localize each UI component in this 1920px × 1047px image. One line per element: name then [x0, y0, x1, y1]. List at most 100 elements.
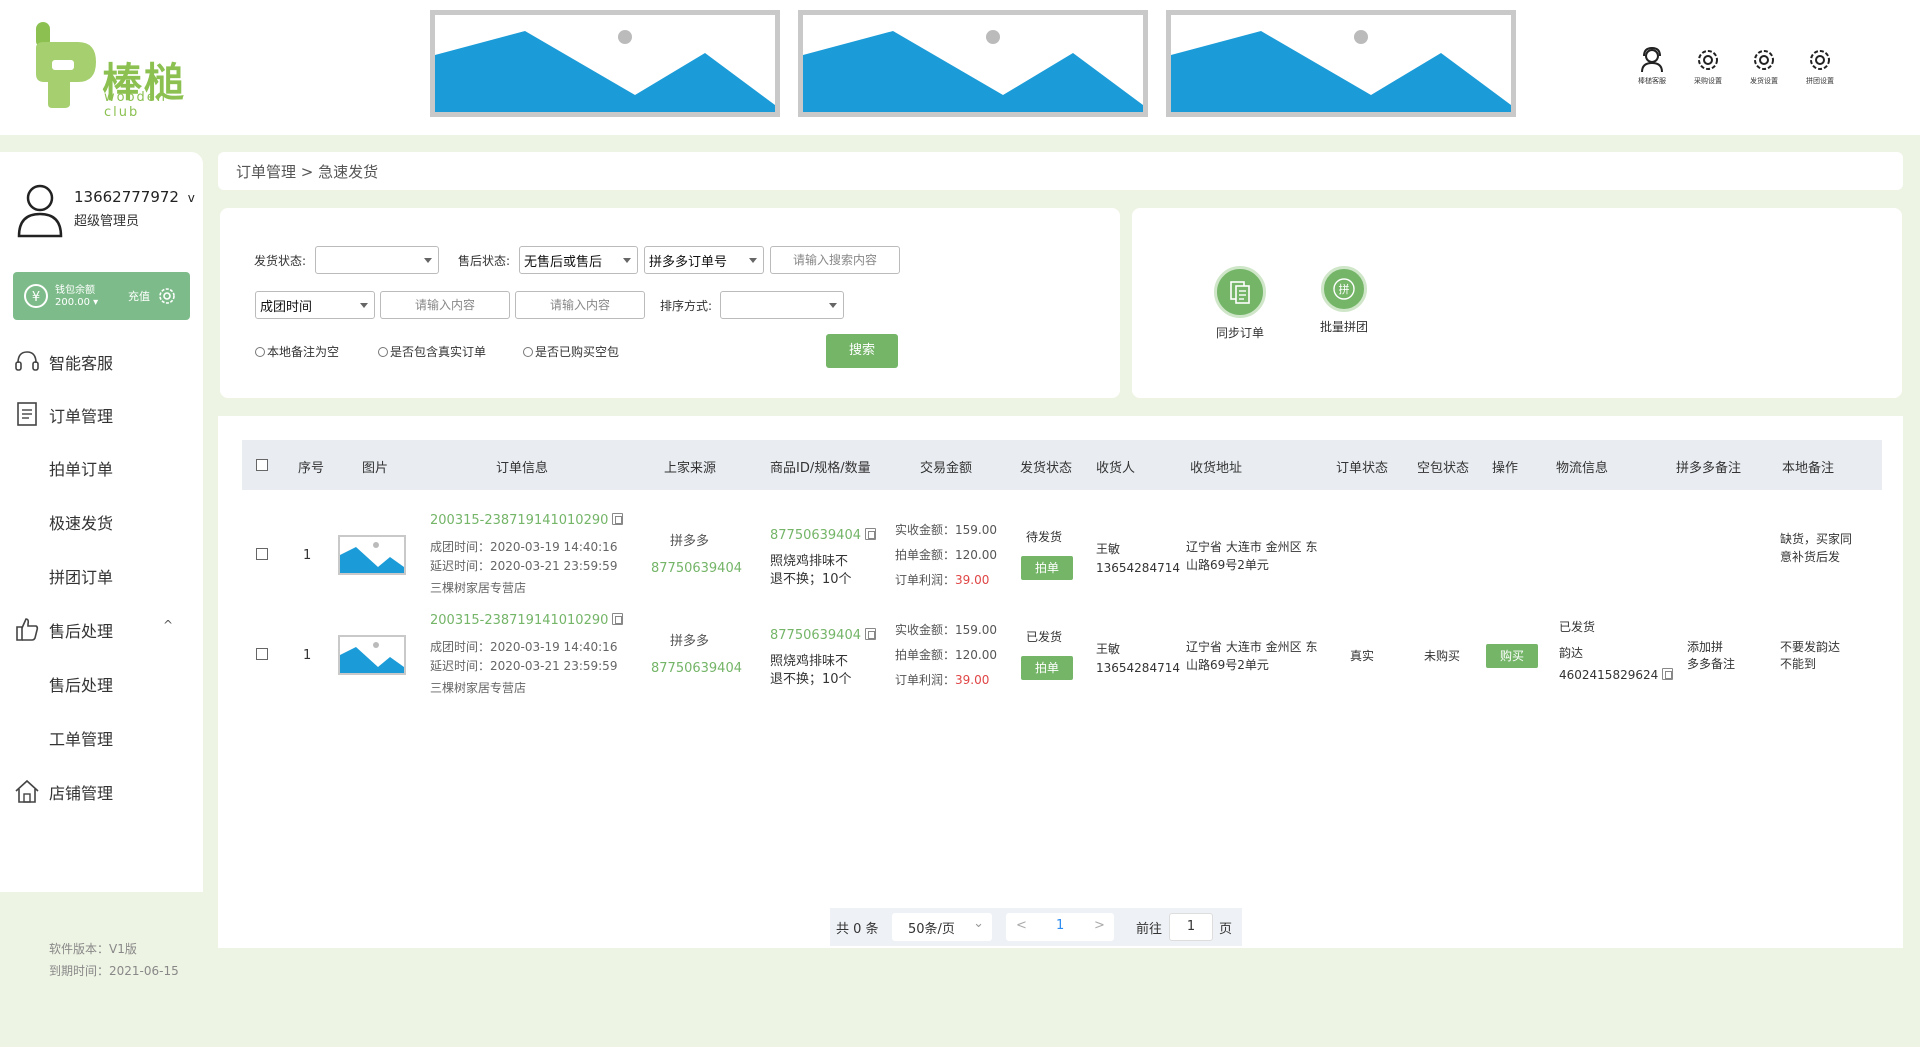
row-checkbox[interactable] [256, 648, 268, 660]
order-number-text: 200315-238719141010290 [430, 613, 609, 628]
svg-text:¥: ¥ [32, 290, 40, 305]
receiver-address: 山路69号2单元 [1186, 558, 1269, 572]
goto-page-input[interactable]: 1 [1169, 913, 1213, 941]
menu-label: 订单管理 [49, 407, 114, 426]
receiver-name: 王敏 [1096, 542, 1121, 556]
document-icon [17, 402, 37, 426]
product-thumbnail[interactable] [338, 535, 406, 575]
image-placeholder-icon [1171, 30, 1511, 112]
copy-icon[interactable] [864, 528, 876, 540]
copy-icon[interactable] [864, 628, 876, 640]
search-content-input[interactable]: 请输入搜索内容 [770, 246, 900, 274]
source-id[interactable]: 87750639404 [651, 659, 742, 678]
order-type-select[interactable]: 拼多多订单号 [644, 246, 764, 274]
logo[interactable]: 棒槌 wooden club [30, 20, 200, 120]
shop-name: 三棵树家居专营店 [430, 581, 527, 595]
batch-group-button[interactable]: 拼 批量拼团 [1312, 266, 1376, 335]
dropdown-arrow-icon [360, 303, 368, 308]
bid-amount: 拍单金额：120.00 [895, 548, 997, 562]
thumbs-up-icon [16, 618, 39, 641]
bid-order-button[interactable]: 拍单 [1021, 656, 1073, 680]
source-platform: 拼多多 [670, 634, 710, 649]
menu-shop-management[interactable]: 店铺管理 [0, 770, 203, 810]
menu-order-management[interactable]: 订单管理 [0, 393, 203, 433]
col-order-info: 订单信息 [496, 461, 549, 476]
top-icon-service[interactable]: 棒槌客服 [1632, 46, 1672, 86]
page-size-select[interactable]: 50条/页 [892, 913, 992, 941]
gear-icon[interactable] [157, 286, 177, 306]
row-checkbox[interactable] [256, 548, 268, 560]
sort-label: 排序方式: [660, 299, 713, 313]
col-source: 上家来源 [664, 461, 717, 476]
submenu-after-sales[interactable]: 售后处理 [49, 672, 113, 696]
ship-status-select[interactable] [315, 246, 439, 274]
radio-include-real-orders[interactable]: 是否包含真实订单 [378, 343, 486, 360]
copy-icon[interactable] [612, 613, 624, 625]
user-phone-text: 13662777972 [74, 188, 179, 206]
menu-smart-service[interactable]: 智能客服 [0, 340, 203, 380]
sort-select[interactable] [720, 291, 844, 319]
banner-1[interactable] [430, 10, 780, 117]
goods-id-text: 87750639404 [770, 628, 861, 643]
prev-page-button[interactable]: < [1016, 918, 1027, 933]
buy-button[interactable]: 购买 [1486, 644, 1538, 668]
top-icon-bar: 棒槌客服 采购设置 发货设置 拼团设置 [1632, 46, 1840, 86]
top-icon-shipping-settings[interactable]: 发货设置 [1744, 46, 1784, 86]
receiver-address: 山路69号2单元 [1186, 658, 1269, 672]
gear-icon [1810, 50, 1830, 70]
tracking-number[interactable]: 4602415829624 [1559, 666, 1674, 685]
current-page[interactable]: 1 [1056, 918, 1064, 933]
submenu-group-orders[interactable]: 拼团订单 [49, 564, 113, 588]
radio-circle-icon [255, 347, 265, 357]
order-profit: 订单利润：39.00 [895, 571, 989, 590]
menu-label: 智能客服 [49, 354, 114, 373]
time-type-select[interactable]: 成团时间 [255, 291, 375, 319]
row-index: 1 [303, 548, 312, 563]
menu-after-sales[interactable]: 售后处理 ^ [0, 608, 203, 648]
source-id[interactable]: 87750639404 [651, 559, 742, 578]
content-input-1[interactable]: 请输入内容 [380, 291, 510, 319]
top-icon-group-settings[interactable]: 拼团设置 [1800, 46, 1840, 86]
action-label: 同步订单 [1215, 326, 1264, 340]
user-profile[interactable]: 13662777972 v 超级管理员 [16, 182, 196, 242]
pdd-note[interactable]: 多多备注 [1687, 655, 1735, 674]
top-icon-label: 采购设置 [1694, 77, 1722, 85]
submenu-fast-shipping[interactable]: 极速发货 [49, 510, 113, 534]
goods-spec: 照烧鸡排味不 [770, 554, 849, 569]
goods-id[interactable]: 87750639404 [770, 526, 876, 545]
submenu-work-orders[interactable]: 工单管理 [49, 726, 113, 750]
sidebar: 13662777972 v 超级管理员 ¥ 钱包余额 200.00 ▾ 充值 智… [0, 152, 203, 892]
order-number[interactable]: 200315-238719141010290 [430, 611, 624, 630]
profit-label: 订单利润： [895, 573, 956, 587]
shop-name: 三棵树家居专营店 [430, 681, 527, 695]
group-buy-icon: 拼 [1321, 266, 1367, 312]
wallet-amount[interactable]: 200.00 ▾ [55, 297, 98, 308]
content-input-2[interactable]: 请输入内容 [515, 291, 645, 319]
chevron-up-icon[interactable]: ^ [163, 618, 173, 632]
sync-orders-button[interactable]: 同步订单 [1208, 266, 1272, 341]
banner-3[interactable] [1166, 10, 1516, 117]
select-all-checkbox[interactable] [256, 459, 268, 471]
bid-order-button[interactable]: 拍单 [1021, 556, 1073, 580]
wallet-card[interactable]: ¥ 钱包余额 200.00 ▾ 充值 [13, 272, 190, 320]
recharge-button[interactable]: 充值 [128, 288, 150, 304]
copy-icon[interactable] [1662, 668, 1674, 680]
after-sale-select[interactable]: 无售后或售后 [519, 246, 638, 274]
search-button[interactable]: 搜索 [826, 334, 898, 368]
submenu-bid-orders[interactable]: 拍单订单 [49, 456, 113, 480]
col-address: 收货地址 [1190, 461, 1243, 476]
radio-bought-empty-pack[interactable]: 是否已购买空包 [523, 343, 619, 360]
product-thumbnail[interactable] [338, 635, 406, 675]
banner-2[interactable] [798, 10, 1148, 117]
goods-id[interactable]: 87750639404 [770, 626, 876, 645]
radio-local-note-empty[interactable]: 本地备注为空 [255, 343, 339, 360]
delay-time: 延迟时间：2020-03-21 23:59:59 [430, 559, 618, 573]
next-page-button[interactable]: > [1094, 918, 1105, 933]
order-number[interactable]: 200315-238719141010290 [430, 511, 624, 530]
page-size-value: 50条/页 [908, 922, 955, 937]
chevron-down-icon[interactable]: v [188, 191, 195, 205]
col-order-status: 订单状态 [1336, 461, 1389, 476]
top-icon-purchase-settings[interactable]: 采购设置 [1688, 46, 1728, 86]
copy-icon[interactable] [612, 513, 624, 525]
logistics-company: 韵达 [1559, 646, 1584, 660]
